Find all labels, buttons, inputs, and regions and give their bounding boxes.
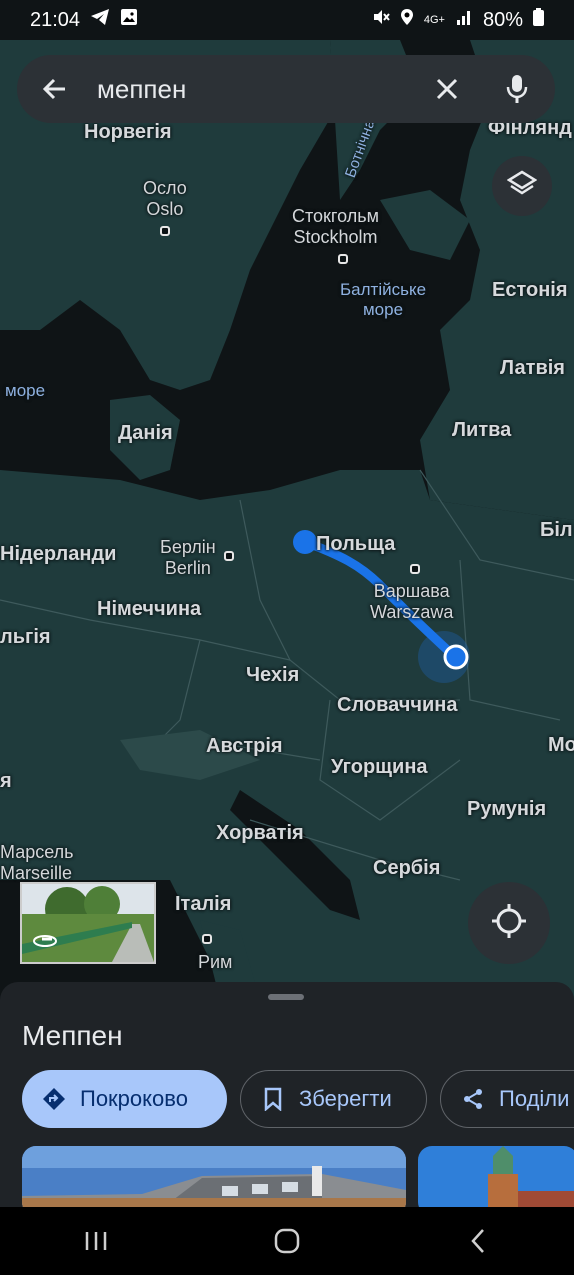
label-marseille: Марсель Marseille (0, 842, 74, 883)
label-estonia: Естонія (492, 279, 568, 301)
telegram-icon (90, 8, 110, 32)
route-start (293, 530, 317, 554)
bookmark-icon (261, 1087, 285, 1111)
label-austria: Австрія (206, 735, 283, 757)
crosshair-icon (491, 903, 527, 944)
label-north-sea: море (5, 381, 46, 400)
search-bar[interactable]: меппен (17, 55, 555, 123)
directions-button[interactable]: Покроково (22, 1070, 227, 1128)
save-button[interactable]: Зберегти (240, 1070, 427, 1128)
search-query[interactable]: меппен (97, 74, 427, 105)
map-layers-button[interactable] (492, 156, 552, 216)
label-serbia: Сербія (373, 857, 441, 879)
label-france-edge: я (0, 770, 12, 792)
back-arrow-icon[interactable] (35, 69, 75, 109)
place-title: Меппен (22, 1020, 123, 1051)
clear-icon[interactable] (427, 69, 467, 109)
label-hungary: Угорщина (331, 756, 428, 778)
save-label: Зберегти (299, 1086, 392, 1111)
street-view-360-icon (32, 932, 58, 953)
network-indicator: 4G+ (423, 13, 445, 26)
drag-handle[interactable] (268, 994, 304, 1000)
label-latvia: Латвія (500, 357, 565, 379)
back-icon[interactable] (448, 1211, 508, 1271)
directions-label: Покроково (80, 1086, 188, 1111)
microphone-icon[interactable] (497, 69, 537, 109)
location-pin-icon (400, 8, 414, 32)
map-view[interactable]: Норвегія Фінлянд Естонія Латвія Литва Да… (0, 0, 574, 1000)
system-navigation-bar (0, 1207, 574, 1275)
label-croatia: Хорватія (216, 822, 304, 844)
status-time: 21:04 (30, 8, 81, 31)
label-italy: Італія (175, 893, 232, 915)
label-oslo: Осло Oslo (143, 178, 187, 219)
place-bottom-sheet[interactable]: Меппен Покроково Зберегти Поділи (0, 982, 574, 1207)
label-poland: Польща (316, 533, 396, 555)
label-norway: Норвегія (84, 121, 172, 143)
label-berlin: Берлін Berlin (160, 537, 216, 578)
place-photo-2[interactable] (418, 1146, 574, 1207)
label-lithuania: Литва (452, 419, 512, 441)
share-label: Поділи (499, 1086, 570, 1111)
current-location-dot (443, 644, 469, 670)
label-belarus: Біл (540, 519, 573, 541)
label-rome: Рим (198, 952, 233, 972)
recent-apps-icon[interactable] (66, 1211, 126, 1271)
signal-icon (455, 8, 473, 32)
place-photo[interactable] (22, 1146, 406, 1207)
city-dot-warsaw (410, 564, 420, 574)
directions-icon (42, 1087, 66, 1111)
label-czechia: Чехія (246, 664, 300, 686)
share-button[interactable]: Поділи (440, 1070, 574, 1128)
label-germany: Німеччина (97, 598, 202, 620)
mute-icon (372, 8, 390, 32)
map-terrain (0, 0, 574, 1000)
label-romania: Румунія (467, 798, 547, 820)
city-dot-oslo (160, 226, 170, 236)
share-icon (461, 1087, 485, 1111)
street-view-thumbnail[interactable] (20, 882, 156, 964)
status-bar: 21:04 4G+ 80% (0, 0, 574, 40)
city-dot-stockholm (338, 254, 348, 264)
battery-level: 80% (482, 8, 523, 31)
label-belgium: льгія (0, 626, 51, 648)
label-warsaw: Варшава Warszawa (370, 581, 454, 622)
city-dot-berlin (224, 551, 234, 561)
my-location-button[interactable] (468, 882, 550, 964)
layers-icon (506, 169, 538, 204)
home-icon[interactable] (257, 1211, 317, 1271)
battery-icon (533, 8, 544, 32)
label-stockholm: Стокгольм Stockholm (292, 206, 379, 247)
label-moldova: Мо (548, 734, 574, 756)
label-slovakia: Словаччина (337, 694, 458, 716)
label-baltic-sea: Балтійське море (340, 280, 427, 319)
city-dot-rome (202, 934, 212, 944)
label-denmark: Данія (118, 422, 173, 444)
gallery-icon (120, 8, 138, 32)
label-netherlands: Нідерланди (0, 543, 117, 565)
